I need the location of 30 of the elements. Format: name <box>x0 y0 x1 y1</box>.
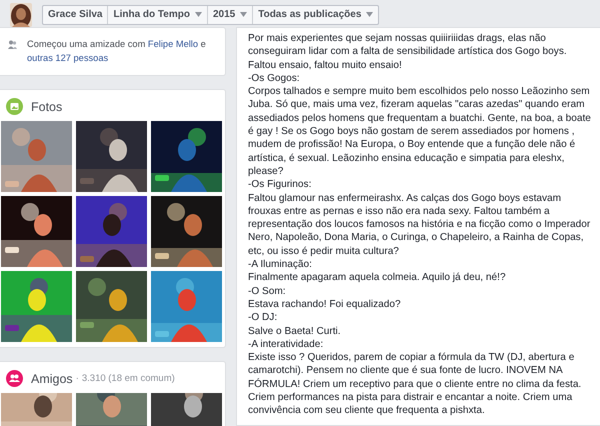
dropdown-button[interactable]: Todas as publicações <box>252 6 378 24</box>
others-link[interactable]: outras 127 pessoas <box>27 53 108 63</box>
post-paragraph: Por mais experientes que sejam nossas quiiiriiidas drags, elas não conseguiram lidar com a falta de sensibilidade artística dos Gogo boys. Faltou ensaio, faltou muito ensaio! <box>248 32 568 72</box>
caret-icon <box>194 12 202 17</box>
post-paragraph: Corpos talhados e sempre muito bem escolhidos pelo nosso Leãozinho sem Juba. Só que, mais uma vez, fizeram aquelas "caras azedas" quando eram assediados pelos homens que frequentam a buatchi. Gente, na boa, a boate é gay ! Se os Gogo boys não gostam de serem assediados por homens , mudem de profissão! Na Europa, o Boy entende que a função dele não é artística, é sexual. Leãozinho ensina educação e simpatia para eleshx, please? <box>248 85 592 178</box>
activity-text: Começou uma amizade com Felipe Mello e outras 127 pessoas <box>27 38 207 65</box>
friends-icon <box>8 40 17 49</box>
profile-link[interactable]: Felipe Mello <box>148 39 198 49</box>
post-paragraph: -A interatividade: <box>248 338 324 352</box>
post-paragraph: -O DJ: <box>248 311 278 325</box>
post-paragraph: -Os Figurinos: <box>248 178 312 192</box>
post-paragraph: -A Iluminação: <box>248 258 313 272</box>
post-paragraph: Existe isso ? Queridos, parem de copiar a fórmula da TW (DJ, abertura e camarotchi). Pensem no cliente que é sua fonte de lucro. INOVEM NA FÓRMULA! Criem um receptivo para que o cliente entre no clima da festa. Criem performances na pista para distrair e encantar a noite. Criem uma convivência com seu cliente que frequenta a pishxta. <box>248 351 582 418</box>
caret-icon <box>240 12 248 17</box>
friend-count: 3.310 (18 em comum) <box>82 373 175 384</box>
post-paragraph: Faltou glamour nas enfermeirashx. As calças dos Gogo boys estavam frouxas entre as pernas e isso não era nada sexy. Faltou também a representação dos loucos famosos na história e na ficção como o Imperador Nero, Napoleão, Dona Maria, o Curinga, o Chapeleiro, a Rainha de Copas, etc, ou isso é pedir muita cultura? <box>248 192 592 258</box>
post-paragraph: -O Som: <box>248 284 287 298</box>
section-title: Fotos <box>31 100 62 114</box>
dropdown-button[interactable]: Linha do Tempo <box>107 6 207 24</box>
separator-dot: · <box>76 373 79 384</box>
post-paragraph: -Os Gogos: <box>248 72 301 86</box>
dropdown-button[interactable]: 2015 <box>206 6 252 24</box>
post-paragraph: Finalmente apagaram aquela colmeia. Aquilo já deu, né!? <box>248 271 507 285</box>
photos-icon <box>6 98 23 115</box>
post-paragraph: Estava rachando! Foi equalizado? <box>248 298 402 312</box>
post-paragraph: Salve o Baeta! Curti. <box>248 324 342 338</box>
caret-icon <box>366 12 374 17</box>
friends-icon <box>6 370 23 387</box>
profile-link[interactable]: Grace Silva <box>43 6 108 24</box>
section-title: Amigos <box>31 372 73 386</box>
